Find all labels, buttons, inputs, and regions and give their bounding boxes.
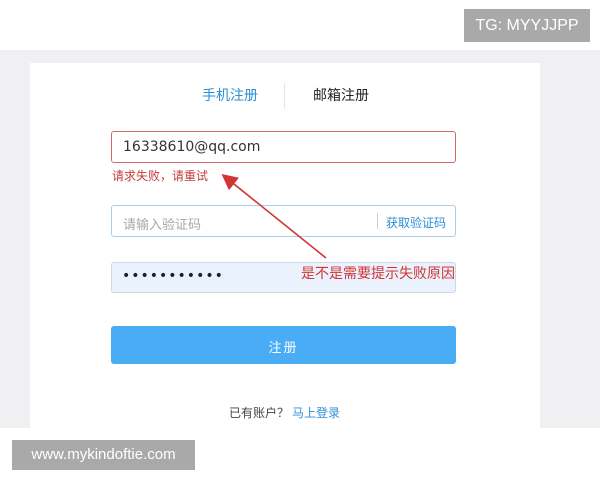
register-card — [30, 63, 540, 428]
login-link[interactable]: 马上登录 — [292, 404, 340, 421]
register-tabs: 手机注册 邮箱注册 — [170, 83, 420, 109]
get-code-button[interactable]: 获取验证码 — [386, 214, 446, 231]
verification-code-field[interactable]: 请输入验证码 获取验证码 — [111, 205, 456, 237]
verification-code-placeholder: 请输入验证码 — [123, 218, 202, 233]
tab-divider — [284, 83, 285, 109]
tab-phone-register[interactable]: 手机注册 — [202, 87, 258, 105]
watermark-top: TG: MYYJJPP — [464, 9, 590, 42]
register-button-label: 注册 — [268, 341, 299, 356]
annotation-text: 是不是需要提示失败原因 — [301, 266, 455, 282]
tab-email-register[interactable]: 邮箱注册 — [313, 87, 369, 105]
register-button[interactable]: 注册 — [111, 326, 456, 364]
email-value: 16338610@qq.com — [123, 139, 261, 155]
have-account-text: 已有账户？ — [229, 406, 290, 420]
email-field[interactable]: 16338610@qq.com — [111, 131, 456, 163]
code-field-divider — [377, 213, 378, 229]
password-masked-value: ••••••••••• — [122, 268, 224, 284]
watermark-bottom: www.mykindoftie.com — [12, 440, 195, 470]
error-message: 请求失败，请重试 — [112, 169, 209, 183]
